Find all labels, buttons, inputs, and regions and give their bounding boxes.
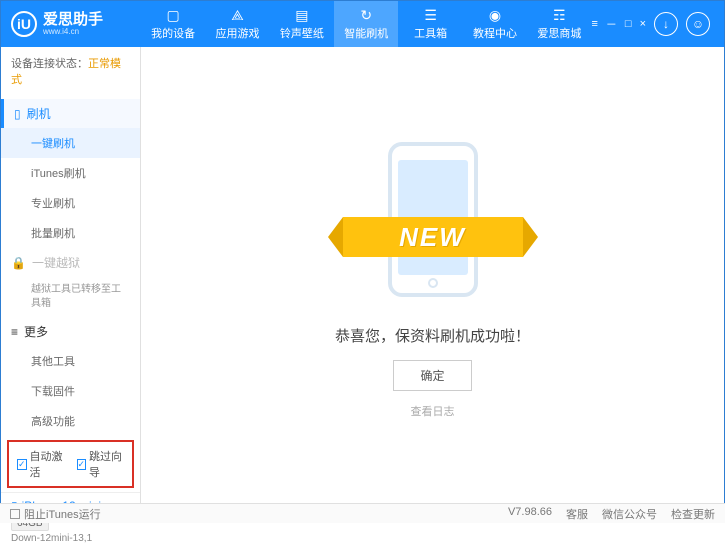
window-controls: ≡ － □ × ↓ ☺ (591, 12, 714, 36)
app-url: www.i4.cn (43, 27, 103, 36)
nav-apps[interactable]: ⟁应用游戏 (205, 1, 269, 47)
device-icon: ▢ (165, 7, 181, 23)
sidebar-item-batch-flash[interactable]: 批量刷机 (1, 218, 140, 248)
auto-activate-checkbox[interactable]: ✓自动激活 (17, 448, 65, 480)
nav-toolbox[interactable]: ☰工具箱 (398, 1, 462, 47)
wechat-link[interactable]: 微信公众号 (602, 506, 657, 522)
phone-icon: ▯ (14, 107, 21, 121)
version-label: V7.98.66 (508, 506, 552, 522)
block-itunes-label: 阻止iTunes运行 (24, 506, 101, 522)
hero-illustration: NEW (333, 132, 533, 307)
block-itunes-checkbox[interactable] (10, 509, 20, 519)
nav-ringtones[interactable]: ▤铃声壁纸 (270, 1, 334, 47)
service-link[interactable]: 客服 (566, 506, 588, 522)
view-log-link[interactable]: 查看日志 (411, 403, 455, 419)
close-icon[interactable]: × (640, 18, 646, 30)
nav-my-device[interactable]: ▢我的设备 (141, 1, 205, 47)
maximize-icon[interactable]: □ (625, 18, 632, 30)
check-update-link[interactable]: 检查更新 (671, 506, 715, 522)
sidebar: 设备连接状态：正常模式 ▯ 刷机 一键刷机 iTunes刷机 专业刷机 批量刷机… (1, 47, 141, 504)
ringtone-icon: ▤ (294, 7, 310, 23)
tutorial-icon: ◉ (487, 7, 503, 23)
sidebar-section-flash[interactable]: ▯ 刷机 (1, 99, 140, 128)
nav-tutorial[interactable]: ◉教程中心 (463, 1, 527, 47)
lock-icon: 🔒 (11, 256, 26, 270)
minimize-icon[interactable]: － (606, 16, 617, 32)
download-icon[interactable]: ↓ (654, 12, 678, 36)
titlebar: iU 爱思助手 www.i4.cn ▢我的设备 ⟁应用游戏 ▤铃声壁纸 ↻智能刷… (1, 1, 724, 47)
sidebar-item-itunes-flash[interactable]: iTunes刷机 (1, 158, 140, 188)
main-nav: ▢我的设备 ⟁应用游戏 ▤铃声壁纸 ↻智能刷机 ☰工具箱 ◉教程中心 ☶爱思商城 (141, 1, 591, 47)
options-row: ✓自动激活 ✓跳过向导 (7, 440, 134, 488)
more-icon: ≡ (11, 325, 18, 339)
new-ribbon: NEW (343, 217, 523, 257)
sidebar-item-download-firmware[interactable]: 下载固件 (1, 376, 140, 406)
sidebar-item-other-tools[interactable]: 其他工具 (1, 346, 140, 376)
user-icon[interactable]: ☺ (686, 12, 710, 36)
sidebar-section-more[interactable]: ≡ 更多 (1, 317, 140, 346)
logo-area: iU 爱思助手 www.i4.cn (11, 11, 141, 37)
menu-icon[interactable]: ≡ (591, 18, 597, 30)
sidebar-item-pro-flash[interactable]: 专业刷机 (1, 188, 140, 218)
nav-store[interactable]: ☶爱思商城 (527, 1, 591, 47)
connection-status: 设备连接状态：正常模式 (1, 47, 140, 95)
sidebar-item-oneclick-flash[interactable]: 一键刷机 (1, 128, 140, 158)
logo-icon: iU (11, 11, 37, 37)
device-model: Down-12mini-13,1 (11, 533, 130, 544)
flash-icon: ↻ (358, 7, 374, 23)
nav-flash[interactable]: ↻智能刷机 (334, 1, 398, 47)
main-content: NEW 恭喜您，保资料刷机成功啦！ 确定 查看日志 (141, 47, 724, 504)
app-name: 爱思助手 (43, 12, 103, 27)
store-icon: ☶ (551, 7, 567, 23)
jailbreak-note: 越狱工具已转移至工具箱 (1, 277, 140, 317)
ok-button[interactable]: 确定 (393, 360, 471, 391)
toolbox-icon: ☰ (423, 7, 439, 23)
sidebar-item-advanced[interactable]: 高级功能 (1, 406, 140, 436)
sidebar-section-jailbreak: 🔒 一键越狱 (1, 248, 140, 277)
footer: 阻止iTunes运行 V7.98.66 客服 微信公众号 检查更新 (0, 503, 725, 523)
apps-icon: ⟁ (230, 7, 246, 23)
skip-guide-checkbox[interactable]: ✓跳过向导 (77, 448, 125, 480)
success-message: 恭喜您，保资料刷机成功啦！ (335, 325, 530, 346)
